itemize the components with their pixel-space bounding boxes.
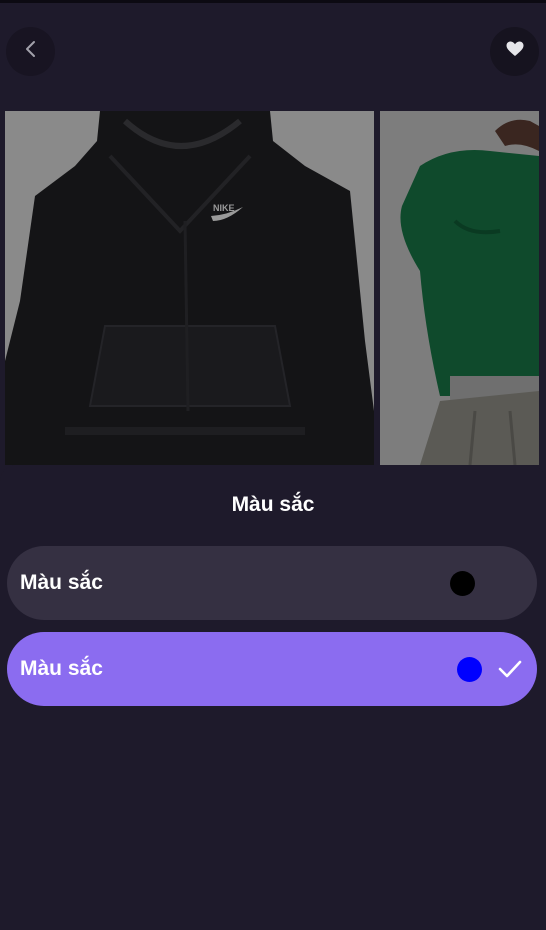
color-option-label: Màu sắc: [20, 657, 103, 680]
color-swatch: [450, 571, 475, 596]
color-option-blue[interactable]: Màu sắc: [7, 632, 537, 706]
favorite-button[interactable]: [490, 27, 539, 76]
color-option-black[interactable]: Màu sắc: [7, 546, 537, 620]
sheet-title: Màu sắc: [231, 493, 315, 516]
heart-icon: [506, 41, 524, 62]
product-image-green-hoodie[interactable]: [380, 111, 539, 465]
status-bar-edge: [0, 0, 546, 3]
checkmark-icon: [497, 657, 523, 681]
product-image-black-hoodie[interactable]: NIKE: [5, 111, 374, 465]
back-button[interactable]: [6, 27, 55, 76]
chevron-left-icon: [23, 40, 39, 63]
color-swatch: [457, 657, 482, 682]
color-bottom-sheet: Màu sắc Màu sắc Màu sắc: [0, 465, 546, 930]
color-option-label: Màu sắc: [20, 571, 103, 594]
brand-mark: NIKE: [213, 203, 235, 213]
product-screen: NIKE Màu sắc Màu sắc Màu sắc: [0, 0, 546, 930]
